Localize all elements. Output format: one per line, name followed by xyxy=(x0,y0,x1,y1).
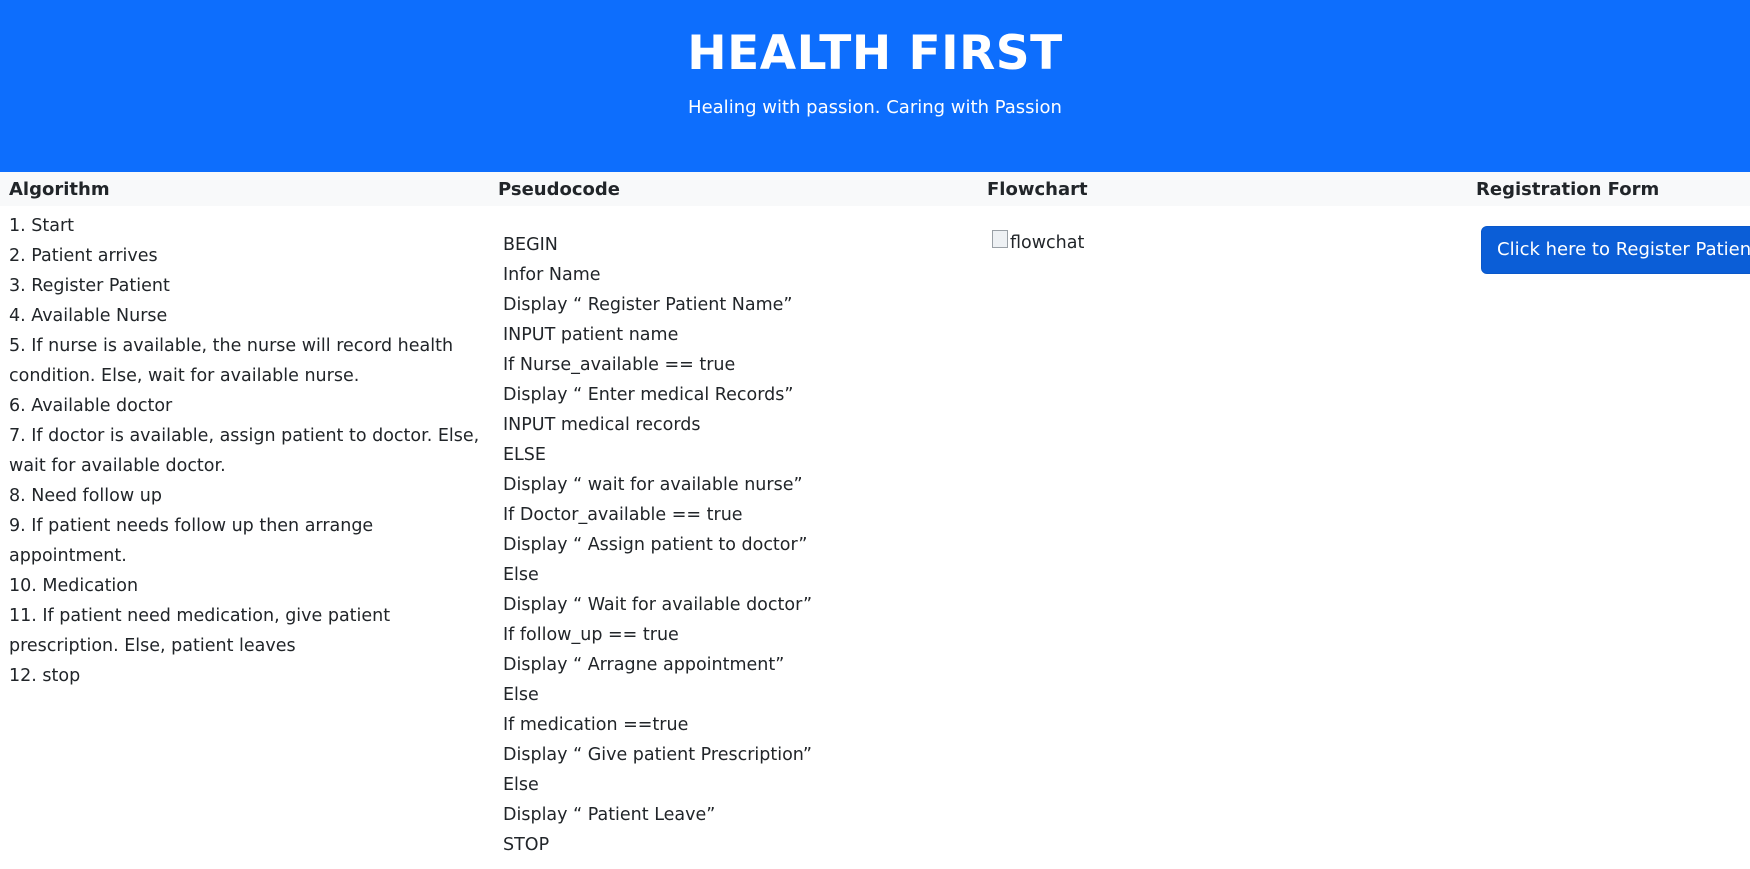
pseudocode-line: BEGIN xyxy=(503,235,558,255)
pseudocode-line: Display “ Arragne appointment” xyxy=(503,655,785,675)
algorithm-step: 8. Need follow up xyxy=(9,486,162,506)
register-patient-button[interactable]: Click here to Register Patient xyxy=(1481,226,1750,274)
algorithm-step: 7. If doctor is available, assign patien… xyxy=(9,426,480,476)
pseudocode-line: Display “ Patient Leave” xyxy=(503,805,716,825)
pseudocode-line: Display “ Wait for available doctor” xyxy=(503,595,813,615)
algorithm-step: 3. Register Patient xyxy=(9,276,170,296)
table-header-row: Algorithm Pseudocode Flowchart Registrat… xyxy=(0,172,1750,206)
pseudocode-line: Display “ Register Patient Name” xyxy=(503,295,793,315)
algorithm-step: 6. Available doctor xyxy=(9,396,173,416)
column-header-pseudocode: Pseudocode xyxy=(489,172,978,206)
column-header-flowchart: Flowchart xyxy=(978,172,1467,206)
pseudocode-cell: BEGIN Infor Name Display “ Register Pati… xyxy=(489,206,978,860)
flowchart-alt-text: flowchat xyxy=(1010,233,1085,253)
pseudocode-list: BEGIN Infor Name Display “ Register Pati… xyxy=(503,230,978,860)
pseudocode-line: Display “ Enter medical Records” xyxy=(503,385,794,405)
algorithm-cell: 1. Start 2. Patient arrives 3. Register … xyxy=(0,206,489,860)
algorithm-step: 11. If patient need medication, give pat… xyxy=(9,606,391,656)
algorithm-step: 9. If patient needs follow up then arran… xyxy=(9,516,374,566)
algorithm-step: 1. Start xyxy=(9,216,75,236)
site-header: HEALTH FIRST Healing with passion. Carin… xyxy=(0,0,1750,172)
pseudocode-line: STOP xyxy=(503,835,550,855)
pseudocode-line: If Nurse_available == true xyxy=(503,355,736,375)
pseudocode-line: Display “ wait for available nurse” xyxy=(503,475,803,495)
pseudocode-line: If Doctor_available == true xyxy=(503,505,743,525)
pseudocode-line: INPUT patient name xyxy=(503,325,679,345)
pseudocode-line: Display “ Give patient Prescription” xyxy=(503,745,813,765)
page-subtitle: Healing with passion. Caring with Passio… xyxy=(688,97,1062,118)
pseudocode-line: Else xyxy=(503,775,539,795)
algorithm-list: 1. Start 2. Patient arrives 3. Register … xyxy=(9,211,489,691)
pseudocode-line: If medication ==true xyxy=(503,715,689,735)
algorithm-step: 4. Available Nurse xyxy=(9,306,168,326)
pseudocode-line: Else xyxy=(503,685,539,705)
registration-cell: Click here to Register Patient xyxy=(1467,206,1750,860)
pseudocode-line: INPUT medical records xyxy=(503,415,701,435)
flowchart-image: flowchat xyxy=(992,228,1084,258)
pseudocode-line: If follow_up == true xyxy=(503,625,679,645)
table-row: 1. Start 2. Patient arrives 3. Register … xyxy=(0,206,1750,860)
column-header-algorithm: Algorithm xyxy=(0,172,489,206)
pseudocode-line: Infor Name xyxy=(503,265,601,285)
algorithm-step: 10. Medication xyxy=(9,576,139,596)
pseudocode-line: Else xyxy=(503,565,539,585)
content-table: Algorithm Pseudocode Flowchart Registrat… xyxy=(0,172,1750,860)
page-title: HEALTH FIRST xyxy=(687,26,1063,81)
pseudocode-line: Display “ Assign patient to doctor” xyxy=(503,535,808,555)
algorithm-step: 2. Patient arrives xyxy=(9,246,158,266)
broken-image-icon xyxy=(992,230,1008,248)
column-header-registration: Registration Form xyxy=(1467,172,1750,206)
algorithm-step: 12. stop xyxy=(9,666,81,686)
flowchart-cell: flowchat xyxy=(978,206,1467,860)
pseudocode-line: ELSE xyxy=(503,445,546,465)
algorithm-step: 5. If nurse is available, the nurse will… xyxy=(9,336,454,386)
